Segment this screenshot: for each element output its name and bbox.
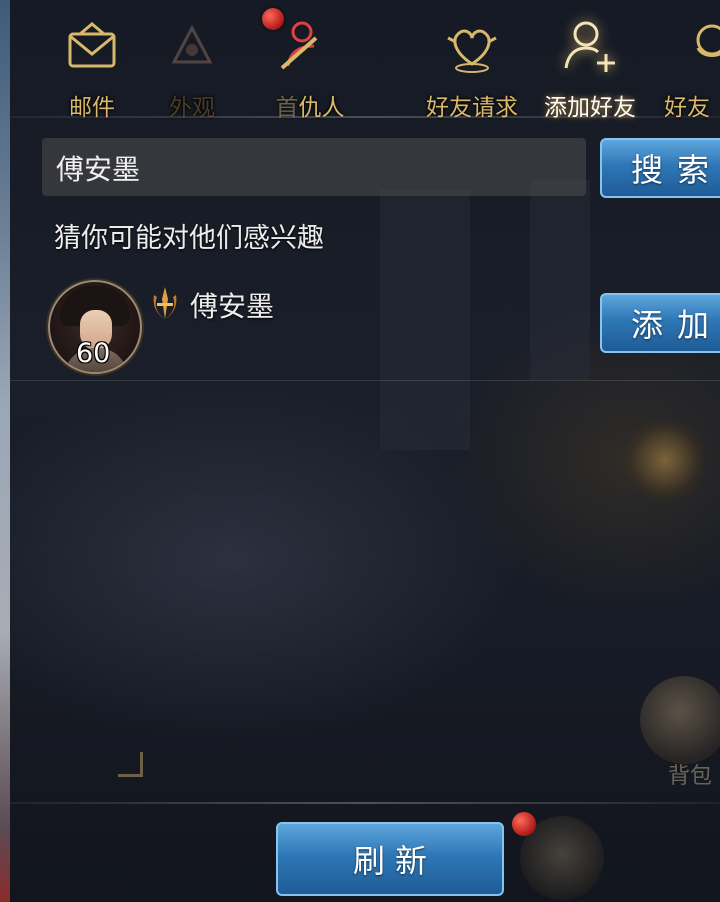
background-pillar bbox=[530, 180, 590, 380]
bag-label: 背包 bbox=[668, 764, 713, 789]
friends-panel bbox=[10, 0, 720, 902]
mail-icon bbox=[68, 22, 116, 68]
tab-mail[interactable]: 邮件 bbox=[42, 8, 142, 121]
bag-icon bbox=[640, 676, 720, 764]
corner-marker bbox=[118, 752, 143, 777]
class-emblem-icon bbox=[153, 287, 177, 319]
player-name: 傅安墨 bbox=[190, 290, 275, 323]
tab-appearance[interactable]: 外观 bbox=[142, 8, 242, 121]
tab-bar: 邮件 外观 首仇人 好友请求 添加好友 好友 bbox=[10, 0, 720, 121]
row-divider bbox=[10, 380, 720, 381]
notification-dot bbox=[512, 812, 536, 836]
suggestions-title: 猜你可能对他们感兴趣 bbox=[54, 223, 324, 254]
add-friend-button[interactable]: 添加 bbox=[600, 293, 720, 353]
footer-divider bbox=[10, 802, 720, 804]
tab-friend-request[interactable]: 好友请求 bbox=[412, 8, 532, 121]
appearance-icon bbox=[171, 24, 213, 64]
friends-icon bbox=[696, 24, 720, 57]
search-field[interactable] bbox=[42, 138, 586, 198]
add-friend-icon bbox=[564, 21, 615, 72]
tab-divider bbox=[10, 116, 720, 118]
friend-request-icon bbox=[447, 29, 497, 73]
tab-add-friend[interactable]: 添加好友 bbox=[530, 8, 650, 121]
background-scene-edge bbox=[0, 0, 10, 902]
tab-friends[interactable]: 好友 bbox=[660, 8, 720, 121]
search-button[interactable]: 搜索 bbox=[600, 138, 720, 198]
tab-enemy[interactable]: 首仇人 bbox=[250, 8, 350, 121]
background-lantern bbox=[625, 420, 705, 500]
background-pillar bbox=[380, 190, 470, 450]
refresh-button[interactable]: 刷新 bbox=[276, 822, 504, 896]
player-level: 60 bbox=[76, 338, 111, 369]
search-input[interactable] bbox=[54, 138, 578, 198]
enemy-icon bbox=[280, 21, 318, 70]
